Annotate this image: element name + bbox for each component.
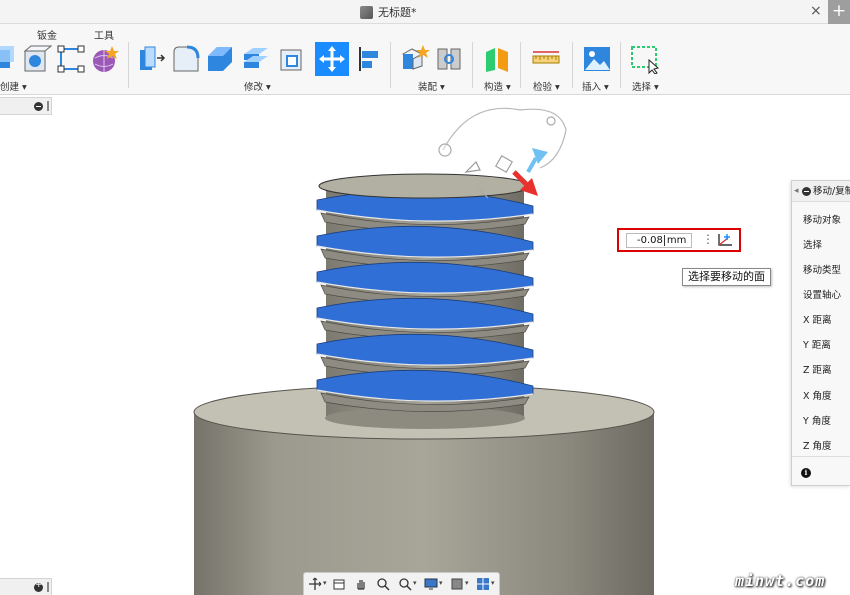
box-icon[interactable]: [22, 44, 52, 74]
grid-dropdown[interactable]: ▾: [491, 579, 495, 587]
row-y-angle[interactable]: Y 角度: [803, 413, 831, 427]
title-bar: 无标题* × +: [0, 0, 850, 24]
visual-style-dropdown[interactable]: ▾: [465, 579, 469, 587]
row-x-angle[interactable]: X 角度: [803, 388, 832, 402]
press-pull-icon[interactable]: [137, 44, 167, 74]
ribbon-separator: [520, 42, 521, 88]
group-inspect-label[interactable]: 检验 ▾: [533, 79, 560, 93]
group-select-label[interactable]: 选择 ▾: [632, 79, 659, 93]
info-icon[interactable]: i: [801, 468, 811, 478]
select-face-tooltip: 选择要移动的面: [682, 268, 771, 286]
tab-sheet-metal[interactable]: 钣金: [37, 27, 57, 42]
comments-panel-header[interactable]: [0, 578, 52, 595]
measure-icon[interactable]: [531, 44, 561, 74]
shaft-top-face[interactable]: [318, 173, 532, 199]
close-tab-button[interactable]: ×: [810, 3, 822, 19]
move-copy-icon[interactable]: [315, 42, 349, 76]
move-distance-input-box: -0.08 mm ⋮: [617, 228, 741, 252]
grid-icon[interactable]: [476, 577, 490, 591]
zoom-dropdown[interactable]: ▾: [413, 579, 417, 587]
group-insert-label[interactable]: 插入 ▾: [582, 79, 609, 93]
orbit-dropdown[interactable]: ▾: [323, 579, 327, 587]
move-distance-input[interactable]: -0.08 mm: [626, 233, 692, 248]
joint-icon[interactable]: [434, 44, 464, 74]
fillet-icon[interactable]: [171, 44, 201, 74]
palette-header[interactable]: ◂ 移动/复制: [792, 181, 850, 202]
z-axis-arrow[interactable]: [526, 148, 548, 173]
group-create-label[interactable]: 创建 ▾: [0, 79, 27, 93]
form-icon[interactable]: [90, 44, 120, 74]
scale-icon[interactable]: [277, 44, 307, 74]
select-window-icon[interactable]: [630, 44, 660, 74]
extrude-icon[interactable]: [0, 44, 18, 74]
palette-minus-icon[interactable]: [802, 187, 811, 196]
row-set-pivot[interactable]: 设置轴心: [803, 287, 841, 301]
look-at-icon[interactable]: [332, 577, 346, 591]
distance-unit: mm: [663, 235, 687, 246]
viewport-canvas[interactable]: [0, 96, 850, 595]
ribbon-separator: [390, 42, 391, 88]
collapse-arrow-icon[interactable]: ◂: [794, 181, 799, 201]
group-modify-label[interactable]: 修改 ▾: [244, 79, 271, 93]
row-z-angle[interactable]: Z 角度: [803, 438, 832, 452]
zoom-window-icon[interactable]: [398, 577, 412, 591]
navigation-bar: ▾ ▾ ▾ ▾ ▾: [303, 572, 500, 595]
ribbon-separator: [472, 42, 473, 88]
zoom-icon[interactable]: [376, 577, 390, 591]
new-tab-button[interactable]: +: [828, 0, 850, 24]
display-dropdown[interactable]: ▾: [439, 579, 443, 587]
distance-value: -0.08: [637, 235, 663, 246]
expand-icon[interactable]: [34, 580, 43, 592]
chamfer-icon[interactable]: [205, 44, 235, 74]
group-construct-label[interactable]: 构造 ▾: [484, 79, 511, 93]
watermark: minwt.com: [735, 572, 826, 590]
display-settings-icon[interactable]: [424, 577, 438, 591]
row-y-distance[interactable]: Y 距离: [803, 337, 831, 351]
row-move-object[interactable]: 移动对象: [803, 212, 841, 226]
more-options-icon[interactable]: ⋮: [702, 232, 714, 246]
palette-divider: [792, 456, 850, 457]
palette-title: 移动/复制: [813, 186, 850, 197]
move-copy-palette: ◂ 移动/复制 移动对象 选择 移动类型 设置轴心 X 距离 Y 距离 Z 距离…: [791, 180, 850, 486]
pan-icon[interactable]: [354, 577, 368, 591]
sketch-points-icon[interactable]: [56, 44, 86, 74]
orbit-icon[interactable]: [308, 577, 322, 591]
shell-icon[interactable]: [241, 44, 271, 74]
row-z-distance[interactable]: Z 距离: [803, 362, 832, 376]
direction-manipulator-icon[interactable]: [716, 232, 734, 248]
ribbon-separator: [572, 42, 573, 88]
ribbon-separator: [620, 42, 621, 88]
row-x-distance[interactable]: X 距离: [803, 312, 832, 326]
insert-image-icon[interactable]: [582, 44, 612, 74]
visual-style-icon[interactable]: [450, 577, 464, 591]
document-title: 无标题*: [378, 6, 417, 19]
offset-plane-icon[interactable]: [482, 44, 512, 74]
row-selection[interactable]: 选择: [803, 237, 822, 251]
toolbar-ribbon: 钣金 工具 创建 ▾ 修改 ▾ 装配 ▾ 构造 ▾ 检验 ▾ 插入 ▾ 选择 ▾: [0, 24, 850, 95]
align-icon[interactable]: [356, 44, 386, 74]
document-title-wrap: 无标题*: [360, 4, 417, 20]
panel-resize-handle[interactable]: [47, 582, 49, 592]
document-icon: [360, 5, 373, 19]
ribbon-separator: [128, 42, 129, 88]
group-assemble-label[interactable]: 装配 ▾: [418, 79, 445, 93]
new-component-icon[interactable]: [400, 44, 430, 74]
row-move-type[interactable]: 移动类型: [803, 262, 841, 276]
tab-tools[interactable]: 工具: [94, 27, 114, 42]
